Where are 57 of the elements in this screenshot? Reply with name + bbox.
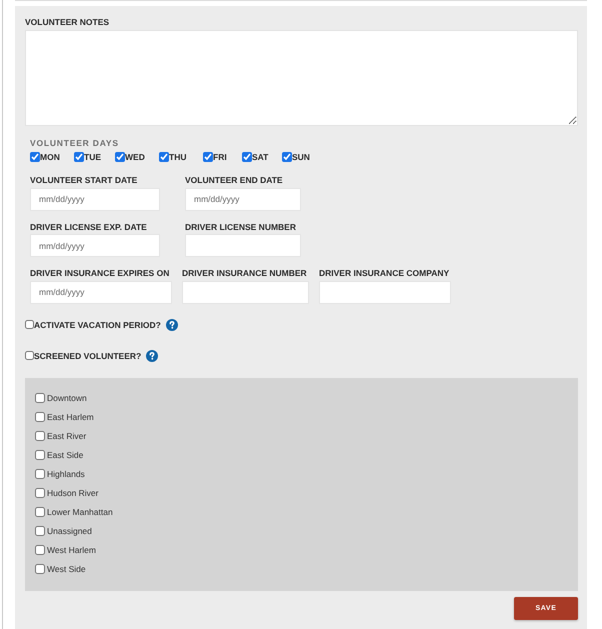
field-label: DRIVER INSURANCE EXPIRES ON [30, 267, 170, 279]
help-icon[interactable] [166, 318, 178, 330]
day-checkbox[interactable] [115, 152, 125, 162]
input-field[interactable] [185, 234, 301, 257]
day-label: SUN [292, 151, 310, 163]
neighborhood-checkbox[interactable] [35, 526, 45, 536]
neighborhood-checkbox[interactable] [35, 431, 45, 441]
neighborhood-checkbox[interactable] [35, 450, 45, 460]
neighborhood-label: West Harlem [47, 545, 96, 555]
field-label: VOLUNTEER START DATE [30, 174, 138, 186]
notes-field[interactable] [25, 30, 578, 126]
day-checkbox[interactable] [74, 152, 84, 162]
field-label: DRIVER INSURANCE COMPANY [319, 267, 450, 279]
neighborhood-label: Downtown [47, 393, 87, 403]
field-label: DRIVER LICENSE NUMBER [185, 220, 297, 232]
neighborhood-checkbox[interactable] [35, 507, 45, 517]
day-label: WED [125, 151, 145, 163]
day-checkbox[interactable] [203, 152, 213, 162]
neighborhood-checkbox[interactable] [35, 564, 45, 574]
neighborhood-label: West Side [47, 564, 86, 574]
day-checkbox[interactable] [30, 152, 40, 162]
neighborhood-label: Lower Manhattan [47, 507, 113, 517]
neighborhood-checkbox[interactable] [35, 545, 45, 555]
neighborhood-label: East Harlem [47, 412, 94, 422]
days-label: VOLUNTEER DAYS [30, 137, 120, 149]
neighborhood-checkbox[interactable] [35, 469, 45, 479]
date-field[interactable]: mm/dd/yyyy [30, 234, 160, 257]
help-icon[interactable] [146, 350, 158, 362]
notes-label: VOLUNTEER NOTES [25, 16, 110, 28]
field-label: DRIVER INSURANCE NUMBER [182, 267, 308, 279]
option-label: ACTIVATE VACATION PERIOD? [34, 320, 161, 330]
day-checkbox[interactable] [159, 152, 169, 162]
day-checkbox[interactable] [282, 152, 292, 162]
day-label: TUE [84, 151, 101, 163]
neighborhood-label: East River [47, 431, 86, 441]
field-label: VOLUNTEER END DATE [185, 174, 284, 186]
day-checkbox[interactable] [242, 152, 252, 162]
date-field[interactable]: mm/dd/yyyy [30, 280, 172, 304]
option-checkbox[interactable] [25, 320, 34, 329]
day-label: SAT [252, 151, 268, 163]
neighborhood-checkbox[interactable] [35, 488, 45, 498]
day-label: FRI [213, 151, 227, 163]
neighborhood-label: Hudson River [47, 488, 98, 498]
neighborhood-checkbox[interactable] [35, 412, 45, 422]
neighborhood-label: Highlands [47, 469, 85, 479]
input-field[interactable] [182, 280, 309, 304]
neighborhood-label: East Side [47, 450, 84, 460]
option-checkbox[interactable] [25, 351, 34, 360]
neighborhood-checkbox[interactable] [35, 393, 45, 403]
day-label: THU [169, 151, 186, 163]
input-field[interactable] [319, 280, 451, 304]
day-label: MON [40, 151, 60, 163]
date-field[interactable]: mm/dd/yyyy [30, 188, 160, 210]
date-field[interactable]: mm/dd/yyyy [185, 188, 301, 210]
neighborhood-label: Unassigned [47, 526, 92, 536]
field-label: DRIVER LICENSE EXP. DATE [30, 220, 148, 232]
option-label: SCREENED VOLUNTEER? [34, 350, 142, 360]
